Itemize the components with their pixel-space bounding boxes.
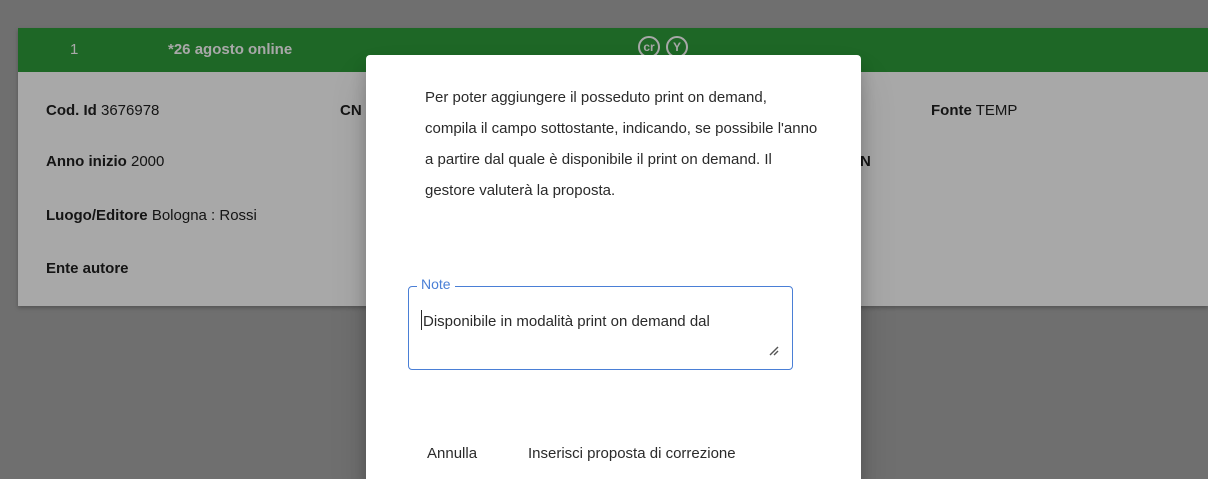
- note-value: Disponibile in modalità print on demand …: [423, 313, 710, 330]
- submit-correction-button[interactable]: Inserisci proposta di correzione: [528, 445, 736, 462]
- cancel-button[interactable]: Annulla: [427, 445, 477, 462]
- dialog-message: Per poter aggiungere il posseduto print …: [425, 89, 818, 199]
- note-field[interactable]: Note Disponibile in modalità print on de…: [408, 276, 793, 370]
- print-on-demand-dialog: Per poter aggiungere il posseduto print …: [366, 55, 861, 479]
- note-textarea[interactable]: Disponibile in modalità print on demand …: [421, 310, 776, 330]
- text-caret: [421, 310, 422, 330]
- note-label: Note: [417, 276, 455, 292]
- resize-handle-icon[interactable]: [768, 345, 780, 357]
